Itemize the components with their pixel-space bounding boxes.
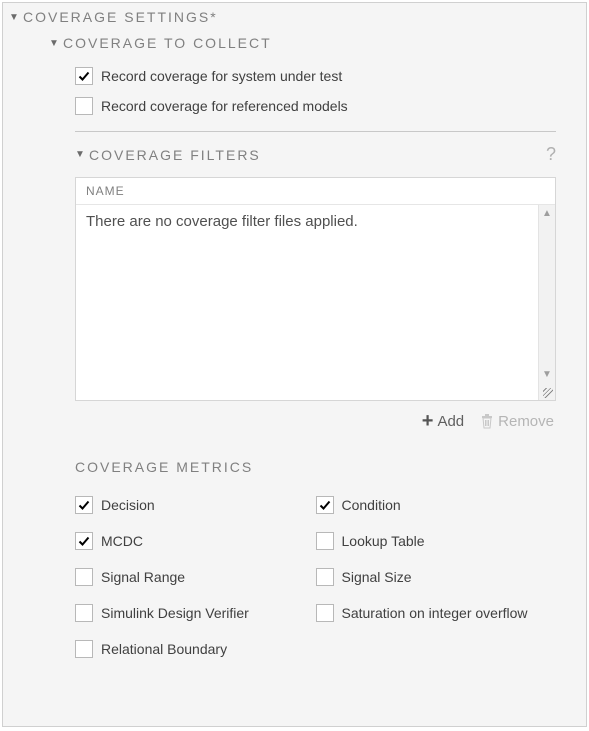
coverage-settings-body: ▼ COVERAGE TO COLLECT Record coverage fo… <box>3 35 586 667</box>
trash-icon <box>480 413 494 429</box>
metric-checkbox[interactable] <box>316 496 334 514</box>
coverage-metrics-title: COVERAGE METRICS <box>75 431 556 487</box>
metric-checkbox[interactable] <box>316 568 334 586</box>
record-sut-row[interactable]: Record coverage for system under test <box>75 61 556 91</box>
metric-checkbox[interactable] <box>75 496 93 514</box>
record-sut-label: Record coverage for system under test <box>101 68 342 84</box>
metric-checkbox[interactable] <box>316 604 334 622</box>
help-icon[interactable]: ? <box>546 144 556 165</box>
metric-label: Saturation on integer overflow <box>342 605 528 621</box>
divider <box>75 131 556 132</box>
coverage-settings-header[interactable]: ▼ COVERAGE SETTINGS* <box>3 3 586 35</box>
add-button[interactable]: + Add <box>422 411 464 431</box>
metric-checkbox[interactable] <box>75 532 93 550</box>
metric-mcdc[interactable]: MCDC <box>75 523 316 559</box>
coverage-to-collect-body: Record coverage for system under test Re… <box>49 61 586 667</box>
metric-saturation[interactable]: Saturation on integer overflow <box>316 595 557 631</box>
section-title: COVERAGE TO COLLECT <box>63 35 272 51</box>
filters-column-header[interactable]: NAME <box>76 178 555 205</box>
metric-condition[interactable]: Condition <box>316 487 557 523</box>
metric-label: Lookup Table <box>342 533 425 549</box>
metric-label: Signal Size <box>342 569 412 585</box>
caret-down-icon: ▼ <box>49 38 59 49</box>
caret-down-icon: ▼ <box>75 149 85 160</box>
metric-label: Relational Boundary <box>101 641 227 657</box>
coverage-settings-panel: ▼ COVERAGE SETTINGS* ▼ COVERAGE TO COLLE… <box>2 2 587 727</box>
panel-title: COVERAGE SETTINGS* <box>23 9 218 25</box>
resize-grip-icon[interactable] <box>538 383 555 400</box>
coverage-filters-header[interactable]: ▼ COVERAGE FILTERS <box>75 147 261 163</box>
metric-checkbox[interactable] <box>75 640 93 658</box>
filters-table: NAME There are no coverage filter files … <box>75 177 556 401</box>
record-ref-label: Record coverage for referenced models <box>101 98 348 114</box>
plus-icon: + <box>422 411 434 431</box>
metric-checkbox[interactable] <box>75 604 93 622</box>
record-ref-checkbox[interactable] <box>75 97 93 115</box>
metric-checkbox[interactable] <box>316 532 334 550</box>
metric-label: Simulink Design Verifier <box>101 605 249 621</box>
metric-label: Signal Range <box>101 569 185 585</box>
section-title: COVERAGE FILTERS <box>89 147 261 163</box>
add-label: Add <box>437 413 464 430</box>
metric-label: Condition <box>342 497 401 513</box>
metric-decision[interactable]: Decision <box>75 487 316 523</box>
scroll-down-icon[interactable]: ▼ <box>539 366 555 383</box>
scrollbar[interactable]: ▲ ▼ <box>538 205 555 400</box>
record-sut-checkbox[interactable] <box>75 67 93 85</box>
metric-checkbox[interactable] <box>75 568 93 586</box>
filters-body: There are no coverage filter files appli… <box>76 205 555 400</box>
metric-lookup-table[interactable]: Lookup Table <box>316 523 557 559</box>
metric-label: MCDC <box>101 533 143 549</box>
remove-button[interactable]: Remove <box>480 411 554 431</box>
metric-label: Decision <box>101 497 155 513</box>
remove-label: Remove <box>498 413 554 430</box>
coverage-filters-bar: ▼ COVERAGE FILTERS ? <box>75 144 556 165</box>
filters-empty-text: There are no coverage filter files appli… <box>76 205 555 238</box>
record-ref-row[interactable]: Record coverage for referenced models <box>75 91 556 121</box>
metric-relational-boundary[interactable]: Relational Boundary <box>75 631 316 667</box>
metric-signal-range[interactable]: Signal Range <box>75 559 316 595</box>
coverage-to-collect-header[interactable]: ▼ COVERAGE TO COLLECT <box>49 35 586 61</box>
caret-down-icon: ▼ <box>9 12 19 23</box>
scroll-up-icon[interactable]: ▲ <box>539 205 555 222</box>
metric-sldv[interactable]: Simulink Design Verifier <box>75 595 316 631</box>
filters-actions: + Add Remove <box>75 401 556 431</box>
coverage-metrics-grid: Decision Condition MCDC Lookup Table Sig… <box>75 487 556 667</box>
metric-signal-size[interactable]: Signal Size <box>316 559 557 595</box>
